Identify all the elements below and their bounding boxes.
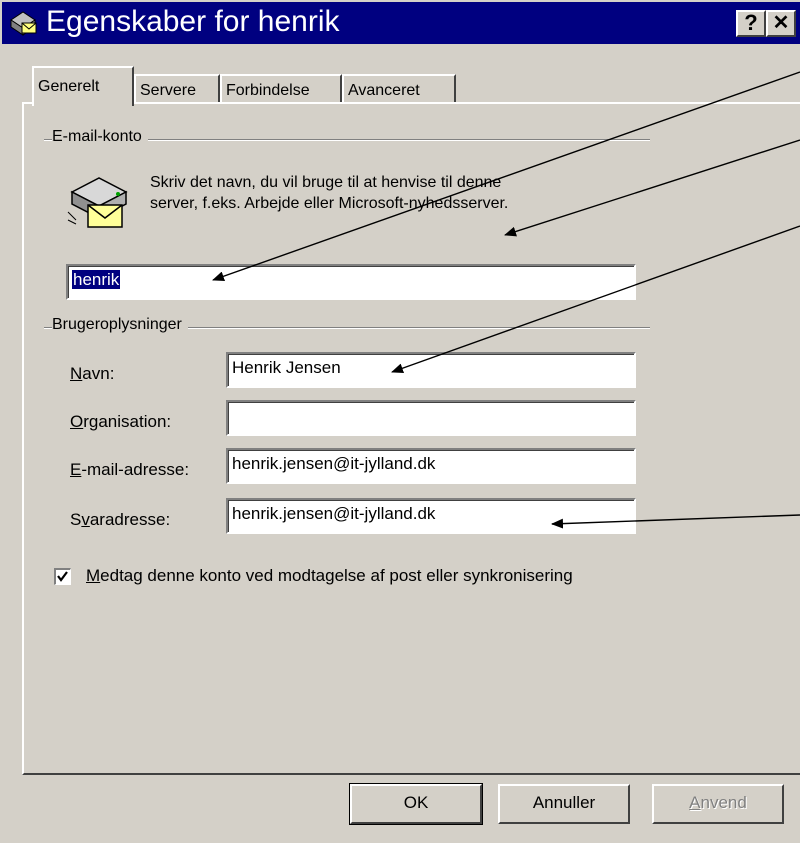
tab-generelt[interactable]: Generelt <box>32 66 134 106</box>
annotation-arrows <box>212 71 800 529</box>
properties-dialog: Egenskaber for henrik ? ✕ Generelt Serve… <box>0 0 800 843</box>
arrow-4 <box>551 514 800 529</box>
arrow-1 <box>212 71 800 282</box>
arrow-3 <box>391 225 800 374</box>
arrow-2 <box>504 139 800 237</box>
